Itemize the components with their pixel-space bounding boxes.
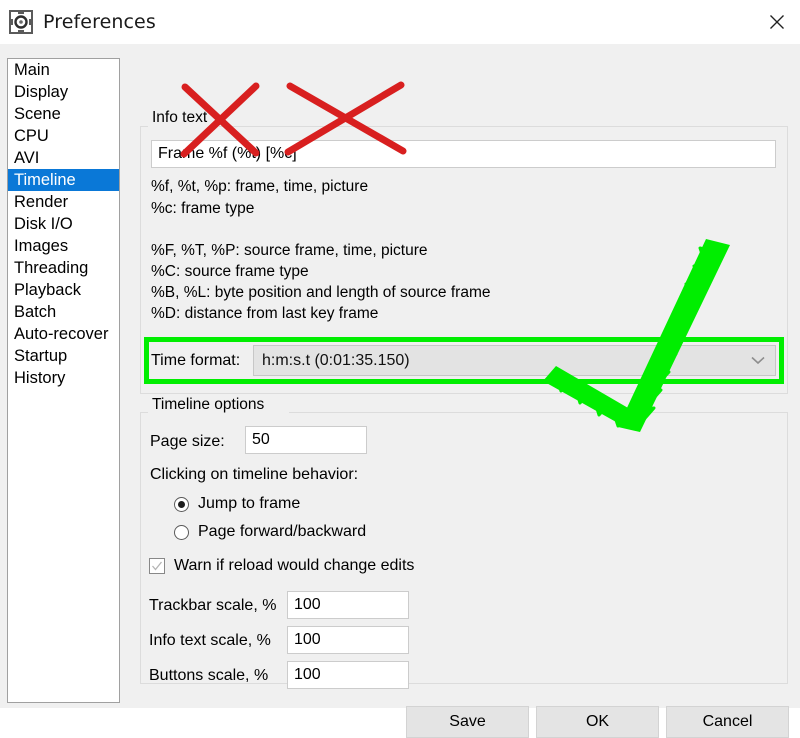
timeline-options-group-title: Timeline options: [148, 396, 269, 414]
preferences-dialog-body: Main Display Scene CPU AVI Timeline Rend…: [0, 44, 800, 738]
sidebar-item-playback[interactable]: Playback: [8, 279, 119, 301]
sidebar-item-main[interactable]: Main: [8, 59, 119, 81]
help-line-4: %C: source frame type: [151, 263, 309, 280]
window-title: Preferences: [43, 11, 156, 33]
help-line-2: %c: frame type: [151, 200, 255, 217]
sidebar-item-history[interactable]: History: [8, 367, 119, 389]
sidebar-item-timeline[interactable]: Timeline: [8, 169, 119, 191]
info-text-scale-label: Info text scale, %: [149, 632, 271, 649]
sidebar-item-auto-recover[interactable]: Auto-recover: [8, 323, 119, 345]
radio-page-forward-backward[interactable]: Page forward/backward: [174, 523, 366, 541]
warn-reload-checkbox[interactable]: Warn if reload would change edits: [149, 557, 414, 575]
help-line-3: %F, %T, %P: source frame, time, picture: [151, 242, 428, 259]
time-format-label: Time format:: [151, 352, 241, 369]
info-text-group-title: Info text: [148, 109, 212, 127]
info-text-input[interactable]: Frame %f (%t) [%c]: [151, 140, 776, 168]
radio-page-label: Page forward/backward: [198, 523, 367, 540]
close-icon: [769, 14, 785, 30]
sidebar-item-avi[interactable]: AVI: [8, 147, 119, 169]
time-format-value: h:m:s.t (0:01:35.150): [262, 351, 410, 369]
close-button[interactable]: [754, 0, 800, 44]
ok-button[interactable]: OK: [536, 706, 659, 738]
help-line-5: %B, %L: byte position and length of sour…: [151, 284, 491, 301]
help-line-1: %f, %t, %p: frame, time, picture: [151, 178, 369, 195]
sidebar-item-startup[interactable]: Startup: [8, 345, 119, 367]
sidebar-item-scene[interactable]: Scene: [8, 103, 119, 125]
page-size-input[interactable]: 50: [245, 426, 367, 454]
sidebar-item-disk-io[interactable]: Disk I/O: [8, 213, 119, 235]
trackbar-scale-input[interactable]: 100: [287, 591, 409, 619]
sidebar-item-cpu[interactable]: CPU: [8, 125, 119, 147]
chevron-down-icon: [751, 352, 765, 370]
sidebar-item-images[interactable]: Images: [8, 235, 119, 257]
radio-jump-to-frame[interactable]: Jump to frame: [174, 495, 300, 513]
sidebar-item-threading[interactable]: Threading: [8, 257, 119, 279]
sidebar-item-display[interactable]: Display: [8, 81, 119, 103]
warn-reload-label: Warn if reload would change edits: [174, 557, 415, 574]
title-bar: Preferences: [0, 0, 800, 44]
info-text-scale-input[interactable]: 100: [287, 626, 409, 654]
cancel-button[interactable]: Cancel: [666, 706, 789, 738]
sidebar-item-render[interactable]: Render: [8, 191, 119, 213]
trackbar-scale-label: Trackbar scale, %: [149, 597, 277, 614]
gear-icon: [8, 9, 34, 35]
radio-indicator-page: [174, 524, 189, 540]
save-button[interactable]: Save: [406, 706, 529, 738]
radio-jump-label: Jump to frame: [198, 495, 301, 512]
buttons-scale-input[interactable]: 100: [287, 661, 409, 689]
help-line-6: %D: distance from last key frame: [151, 305, 379, 322]
buttons-scale-label: Buttons scale, %: [149, 667, 269, 684]
page-size-label: Page size:: [150, 433, 225, 450]
category-list[interactable]: Main Display Scene CPU AVI Timeline Rend…: [7, 58, 120, 703]
timeline-behavior-label: Clicking on timeline behavior:: [150, 466, 359, 483]
sidebar-item-batch[interactable]: Batch: [8, 301, 119, 323]
checkbox-indicator: [149, 558, 165, 574]
radio-indicator-jump: [174, 496, 189, 512]
time-format-dropdown[interactable]: h:m:s.t (0:01:35.150): [253, 345, 776, 376]
